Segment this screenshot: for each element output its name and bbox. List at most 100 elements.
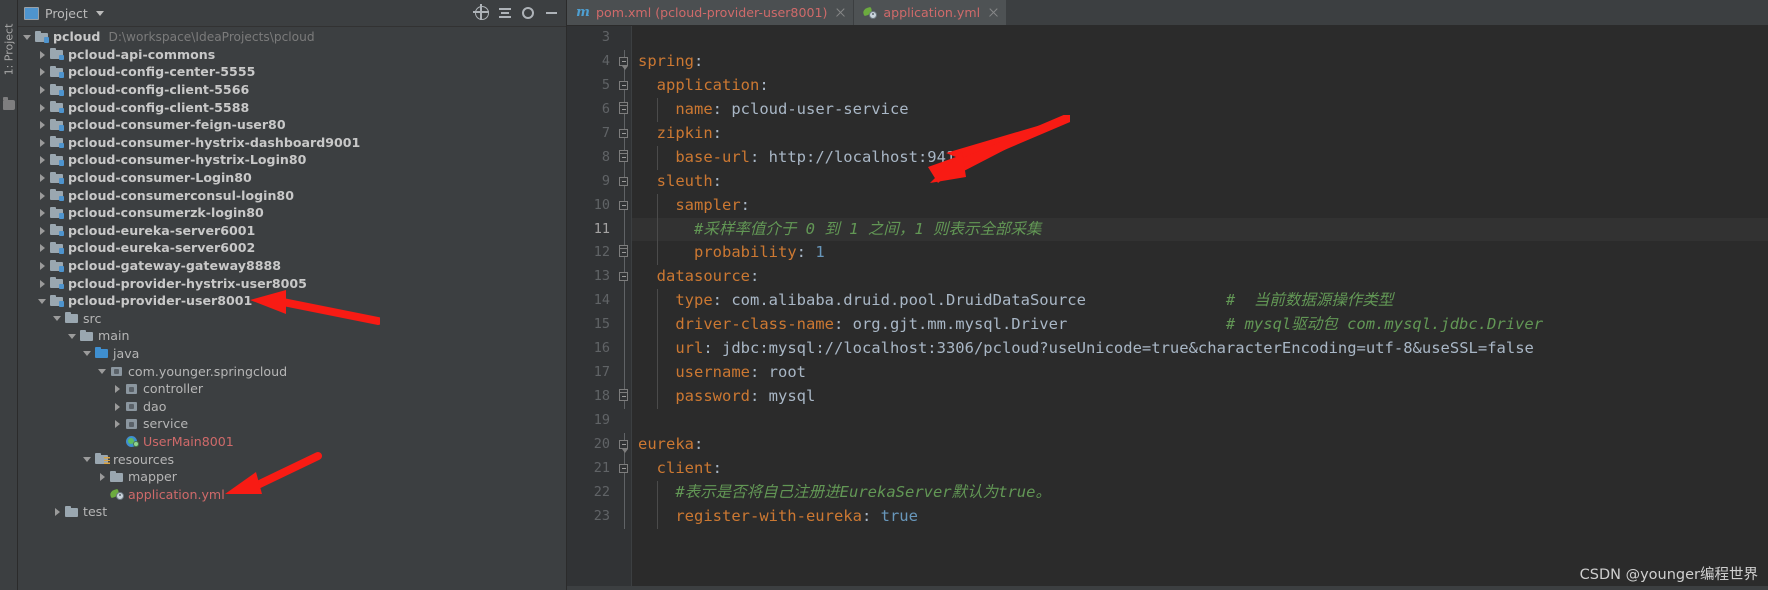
code-line[interactable]: zipkin: <box>632 122 1768 146</box>
tree-node[interactable]: dao <box>18 397 566 415</box>
code-line[interactable]: sampler: <box>632 194 1768 218</box>
chevron-down-icon[interactable] <box>37 295 48 306</box>
code-line[interactable]: spring: <box>632 50 1768 74</box>
chevron-right-icon[interactable] <box>37 137 48 148</box>
fold-toggle-icon[interactable] <box>619 80 628 90</box>
chevron-down-icon[interactable] <box>82 348 93 359</box>
settings-button[interactable] <box>519 4 537 22</box>
fold-marker-row[interactable] <box>616 409 632 433</box>
fold-toggle-icon[interactable] <box>619 272 628 282</box>
chevron-right-icon[interactable] <box>37 102 48 113</box>
code-line[interactable]: application: <box>632 74 1768 98</box>
tree-node[interactable]: pcloud-config-client-5588 <box>18 98 566 116</box>
code-line[interactable]: #采样率值介于 0 到 1 之间，1 则表示全部采集 <box>632 217 1768 242</box>
tree-node[interactable]: pcloud-api-commons <box>18 46 566 64</box>
chevron-right-icon[interactable] <box>37 207 48 218</box>
fold-marker-row[interactable] <box>616 480 632 505</box>
code-line[interactable] <box>632 409 1768 433</box>
fold-toggle-icon[interactable] <box>619 149 628 162</box>
tree-node[interactable]: src <box>18 310 566 328</box>
fold-marker-row[interactable] <box>616 145 632 170</box>
chevron-right-icon[interactable] <box>112 401 123 412</box>
chevron-right-icon[interactable] <box>37 49 48 60</box>
fold-toggle-icon[interactable] <box>619 56 628 70</box>
fold-marker-row[interactable] <box>616 241 632 266</box>
chevron-down-icon[interactable] <box>22 31 33 42</box>
code-line[interactable]: username: root <box>632 361 1768 385</box>
code-line[interactable]: register-with-eureka: true <box>632 505 1768 529</box>
fold-marker-row[interactable] <box>616 265 632 290</box>
chevron-right-icon[interactable] <box>37 84 48 95</box>
code-line[interactable]: base-url: http://localhost:9411 <box>632 146 1768 170</box>
tree-node[interactable]: pcloud-consumer-hystrix-Login80 <box>18 151 566 169</box>
code-line[interactable]: probability: 1 <box>632 241 1768 265</box>
tree-node[interactable]: controller <box>18 380 566 398</box>
code-line[interactable]: eureka: <box>632 433 1768 457</box>
fold-marker-row[interactable] <box>616 26 632 50</box>
tree-node[interactable]: pcloud-gateway-gateway8888 <box>18 257 566 275</box>
tool-window-button-project[interactable]: 1: Project <box>0 4 17 94</box>
chevron-down-icon[interactable] <box>82 454 93 465</box>
code-line[interactable]: type: com.alibaba.druid.pool.DruidDataSo… <box>632 289 1768 313</box>
code-editor[interactable]: 3 4 5 6 7 8 9 10 11 12 13 14 15 16 17 18 19 20 21 22 23 spri… <box>567 26 1768 590</box>
fold-marker-row[interactable] <box>616 456 632 481</box>
fold-marker-row[interactable] <box>616 121 632 146</box>
code-line[interactable]: client: <box>632 457 1768 481</box>
code-content[interactable]: spring: application: name: pcloud-user-s… <box>632 26 1768 590</box>
close-icon[interactable] <box>989 8 998 17</box>
folder-icon[interactable] <box>3 97 15 110</box>
code-line[interactable]: sleuth: <box>632 170 1768 194</box>
fold-marker-row[interactable] <box>616 385 632 409</box>
tree-node[interactable]: service <box>18 415 566 433</box>
chevron-right-icon[interactable] <box>37 154 48 165</box>
chevron-right-icon[interactable] <box>37 66 48 77</box>
tree-node[interactable]: test <box>18 503 566 521</box>
chevron-down-icon[interactable] <box>95 10 104 16</box>
tree-node[interactable]: pcloud-consumer-hystrix-dashboard9001 <box>18 134 566 152</box>
tree-node[interactable]: main <box>18 327 566 345</box>
tree-node[interactable]: pcloud-provider-user8001 <box>18 292 566 310</box>
code-line[interactable]: datasource: <box>632 265 1768 289</box>
tree-node[interactable]: pcloud-config-center-5555 <box>18 63 566 81</box>
chevron-down-icon[interactable] <box>52 313 63 324</box>
chevron-right-icon[interactable] <box>37 172 48 183</box>
fold-marker-row[interactable] <box>616 193 632 218</box>
code-line[interactable]: password: mysql <box>632 385 1768 409</box>
chevron-right-icon[interactable] <box>112 383 123 394</box>
collapse-all-button[interactable] <box>496 4 514 22</box>
project-tree[interactable]: pcloud D:\workspace\IdeaProjects\pcloud pc… <box>18 27 566 590</box>
hide-panel-button[interactable] <box>542 4 560 22</box>
fold-toggle-icon[interactable] <box>619 245 628 258</box>
chevron-right-icon[interactable] <box>37 278 48 289</box>
editor-tab[interactable]: m pom.xml (pcloud-provider-user8001) <box>567 0 855 25</box>
code-line[interactable] <box>632 26 1768 50</box>
tree-node[interactable]: pcloud-consumer-Login80 <box>18 169 566 187</box>
code-line[interactable]: driver-class-name: org.gjt.mm.mysql.Driv… <box>632 313 1768 337</box>
chevron-right-icon[interactable] <box>97 471 108 482</box>
tree-node[interactable]: pcloud-config-client-5566 <box>18 81 566 99</box>
tree-node[interactable]: pcloud-provider-hystrix-user8005 <box>18 274 566 292</box>
chevron-down-icon[interactable] <box>97 366 108 377</box>
fold-toggle-icon[interactable] <box>619 439 628 453</box>
code-line[interactable]: #表示是否将自己注册进EurekaServer默认为true。 <box>632 481 1768 505</box>
fold-marker-row[interactable] <box>616 337 632 362</box>
tree-node[interactable]: UserMain8001 <box>18 433 566 451</box>
fold-toggle-icon[interactable] <box>619 176 628 186</box>
chevron-right-icon[interactable] <box>112 418 123 429</box>
tree-node[interactable]: application.yml <box>18 485 566 503</box>
fold-marker-row[interactable] <box>616 73 632 98</box>
chevron-right-icon[interactable] <box>37 242 48 253</box>
chevron-right-icon[interactable] <box>37 225 48 236</box>
tree-node[interactable]: pcloud-eureka-server6002 <box>18 239 566 257</box>
chevron-right-icon[interactable] <box>37 119 48 130</box>
fold-marker-row[interactable] <box>616 217 632 242</box>
editor-tab[interactable]: application.yml <box>854 0 1008 25</box>
tree-node[interactable]: com.younger.springcloud <box>18 362 566 380</box>
fold-marker-row[interactable] <box>616 289 632 314</box>
close-icon[interactable] <box>836 8 845 17</box>
tree-node[interactable]: java <box>18 345 566 363</box>
locate-target-button[interactable] <box>473 4 491 22</box>
fold-marker-row[interactable] <box>616 169 632 194</box>
tree-node[interactable]: resources <box>18 450 566 468</box>
fold-marker-row[interactable] <box>616 97 632 122</box>
